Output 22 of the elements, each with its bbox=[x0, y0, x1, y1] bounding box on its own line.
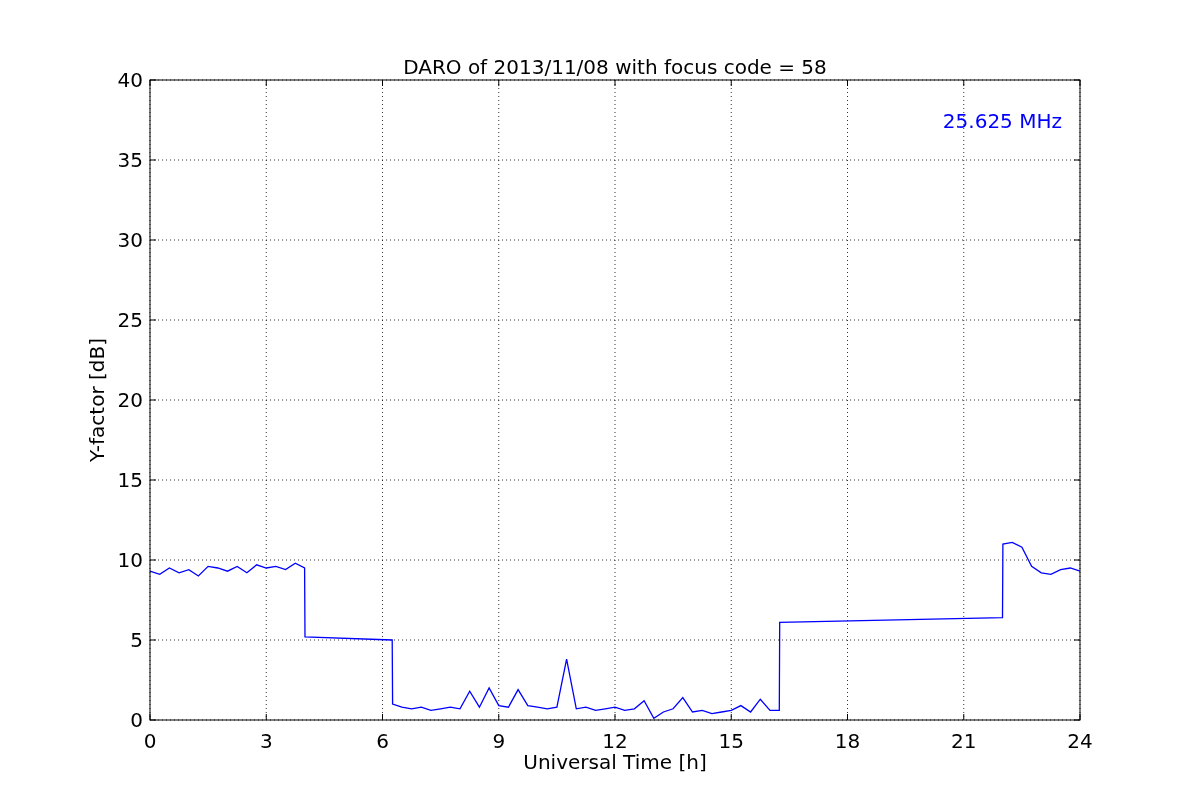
tick-label: 30 bbox=[117, 228, 143, 252]
tick-label: 15 bbox=[117, 468, 143, 492]
frequency-label: 25.625 MHz bbox=[942, 109, 1062, 133]
x-axis-label: Universal Time [h] bbox=[523, 750, 707, 774]
tick-label: 12 bbox=[602, 729, 628, 753]
tick-label: 15 bbox=[718, 729, 744, 753]
tick-label: 24 bbox=[1067, 729, 1093, 753]
tick-label: 21 bbox=[951, 729, 977, 753]
tick-label: 0 bbox=[143, 729, 157, 753]
tick-label: 10 bbox=[117, 548, 143, 572]
tick-label: 9 bbox=[492, 729, 506, 753]
tick-label: 6 bbox=[376, 729, 389, 753]
chart-title: DARO of 2013/11/08 with focus code = 58 bbox=[403, 55, 827, 79]
tick-label: 20 bbox=[117, 388, 143, 412]
tick-label: 5 bbox=[130, 628, 143, 652]
tick-label: 35 bbox=[117, 148, 143, 172]
tick-label: 25 bbox=[117, 308, 143, 332]
tick-label: 40 bbox=[117, 68, 143, 92]
tick-label: 0 bbox=[130, 708, 143, 732]
tick-label: 18 bbox=[834, 729, 861, 753]
tick-label: 3 bbox=[259, 729, 273, 753]
y-axis-label: Y-factor [dB] bbox=[85, 338, 109, 462]
